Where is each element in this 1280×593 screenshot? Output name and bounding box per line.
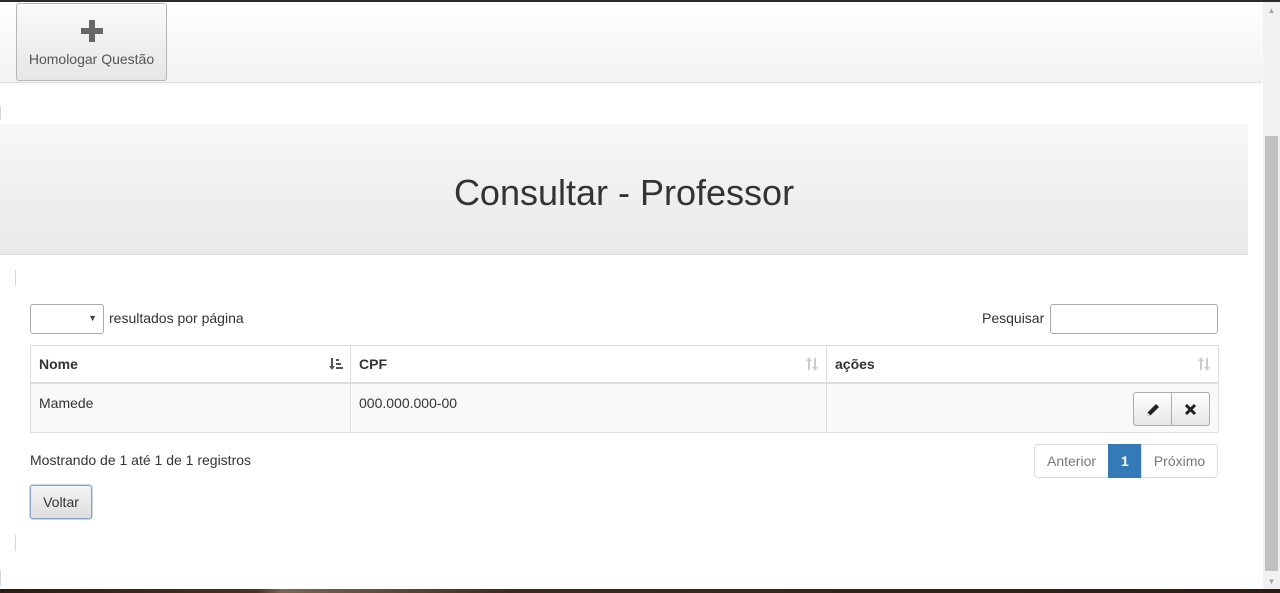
sort-both-icon [1198,357,1210,371]
divider [15,270,16,286]
pagination-previous[interactable]: Anterior [1034,444,1110,478]
vertical-scrollbar[interactable]: ▲ ▼ [1263,2,1280,590]
page-length-label: resultados por página [109,310,244,326]
homologar-questao-label: Homologar Questão [28,51,155,67]
top-toolbar: Homologar Questão [0,2,1262,83]
page-length-select[interactable]: ▼ [30,304,104,334]
search-input[interactable] [1050,304,1218,334]
homologar-questao-button[interactable]: Homologar Questão [16,3,167,81]
table-info: Mostrando de 1 até 1 de 1 registros [30,452,252,468]
pagination-page-1[interactable]: 1 [1108,444,1142,478]
divider [0,570,1,586]
cell-nome: Mamede [30,382,351,433]
divider [0,106,1,120]
pagination-next[interactable]: Próximo [1140,444,1219,478]
edit-icon [1146,404,1159,416]
row-actions [1133,392,1210,426]
table-header-row: Nome CPF ações [30,345,1219,384]
professor-table: Nome CPF ações Mamede 000.000.000-00 [30,345,1219,433]
column-header-acoes[interactable]: ações [826,345,1219,384]
sort-both-icon [806,357,818,371]
scroll-up-icon[interactable]: ▲ [1263,2,1280,19]
page-header: Consultar - Professor [0,124,1248,255]
scrollbar-thumb[interactable] [1265,136,1278,571]
cell-actions [826,382,1219,433]
column-header-cpf[interactable]: CPF [350,345,827,384]
window-bottom-edge [0,589,1280,593]
column-header-nome[interactable]: Nome [30,345,351,384]
voltar-button[interactable]: Voltar [30,485,92,519]
plus-icon [80,20,103,42]
scroll-down-icon[interactable]: ▼ [1263,573,1280,590]
table-row: Mamede 000.000.000-00 [30,382,1219,433]
column-header-label: Nome [39,356,78,372]
pagination: Anterior 1 Próximo [1034,444,1219,478]
divider [15,535,16,551]
delete-icon [1184,403,1197,416]
column-header-label: ações [835,356,875,372]
delete-button[interactable] [1171,392,1210,426]
cell-cpf: 000.000.000-00 [350,382,827,433]
column-header-label: CPF [359,356,387,372]
dropdown-arrow-icon: ▼ [88,313,97,323]
page-title: Consultar - Professor [453,172,795,213]
sort-ascending-icon [329,358,343,370]
edit-button[interactable] [1133,392,1172,426]
search-label: Pesquisar [982,310,1045,326]
